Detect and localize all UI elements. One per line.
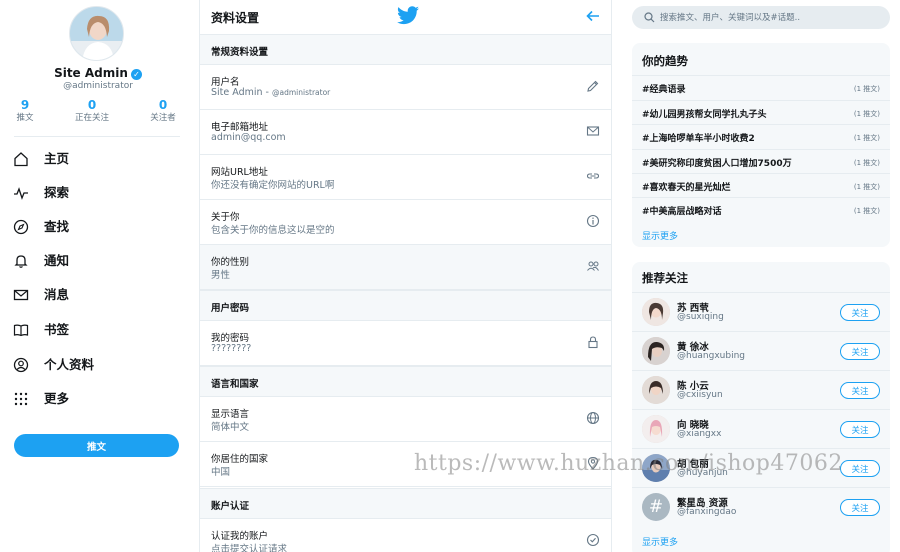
check-circle-icon: [586, 533, 600, 547]
avatar[interactable]: [642, 298, 670, 326]
tweet-button[interactable]: 推文: [14, 434, 179, 457]
setting-password[interactable]: 我的密码 ????????: [200, 321, 611, 366]
hashtag-avatar-icon[interactable]: #: [642, 493, 670, 521]
page-title: 资料设置: [211, 11, 260, 25]
setting-website[interactable]: 网站URL地址 你还没有确定你网站的URL啊: [200, 155, 611, 200]
nav-profile[interactable]: 个人资料: [0, 350, 196, 380]
trends-show-more[interactable]: 显示更多: [642, 229, 678, 242]
avatar[interactable]: [642, 376, 670, 404]
compass-icon: [13, 219, 29, 235]
follow-item[interactable]: 黄 徐冰 @huangxubing 关注: [632, 331, 890, 370]
follow-show-more[interactable]: 显示更多: [642, 535, 678, 548]
nav-bookmarks[interactable]: 书签: [0, 315, 196, 345]
back-arrow-icon[interactable]: [585, 8, 601, 24]
follow-item[interactable]: 苏 西茕 @suxiqing 关注: [632, 292, 890, 331]
lock-icon: [588, 336, 598, 349]
section-verification: 账户认证: [200, 488, 611, 519]
right-sidebar: 你的趋势 #经典语录(1 推文) #幼儿园男孩帮女同学扎丸子头(1 推文) #上…: [632, 0, 890, 552]
bell-icon: [14, 255, 28, 268]
section-language: 语言和国家: [200, 366, 611, 397]
follow-button[interactable]: 关注: [840, 304, 880, 321]
section-general: 常规资料设置: [200, 34, 611, 65]
profile-avatar[interactable]: [69, 6, 124, 61]
settings-header: 资料设置: [200, 0, 611, 34]
avatar[interactable]: [642, 454, 670, 482]
link-icon: [586, 173, 600, 179]
follow-button[interactable]: 关注: [840, 460, 880, 477]
twitter-bird-icon: [397, 6, 419, 25]
nav-explore[interactable]: 探索: [0, 178, 196, 208]
envelope-icon: [586, 126, 600, 136]
stat-followers[interactable]: 0 关注者: [133, 98, 193, 124]
follow-button[interactable]: 关注: [840, 382, 880, 399]
trend-item[interactable]: #美研究称印度贫困人口增加7500万 (1 推文): [632, 149, 890, 174]
location-icon: [587, 456, 599, 470]
explore-icon: [14, 187, 28, 200]
nav-notifications[interactable]: 通知: [0, 246, 196, 276]
trend-item[interactable]: #幼儿园男孩帮女同学扎丸子头 (1 推文): [632, 100, 890, 125]
nav-messages[interactable]: 消息: [0, 280, 196, 310]
profile-handle: @administrator: [63, 81, 133, 91]
follow-button[interactable]: 关注: [840, 421, 880, 438]
trend-item[interactable]: #上海哈啰单车半小时收费2 (1 推文): [632, 124, 890, 149]
pencil-icon: [587, 80, 599, 92]
home-icon: [14, 152, 28, 167]
nav-more[interactable]: 更多: [0, 384, 196, 414]
book-icon: [13, 324, 29, 337]
more-grid-icon: [14, 392, 28, 406]
follow-card: 推荐关注 苏 西茕 @suxiqing 关注 黄 徐冰 @huangxubing…: [632, 262, 890, 552]
globe-icon: [586, 411, 600, 425]
setting-about[interactable]: 关于你 包含关于你的信息这以是空的: [200, 200, 611, 245]
stat-following[interactable]: 0 正在关注: [62, 98, 122, 124]
setting-country[interactable]: 你居住的国家 中国: [200, 442, 611, 487]
setting-username[interactable]: 用户名 Site Admin - @administrator: [200, 65, 611, 110]
trends-card: 你的趋势 #经典语录 (1 推文) #幼儿园男孩帮女同学扎丸子头 (1 推文) #上…: [632, 43, 890, 247]
nav-home[interactable]: 主页: [0, 144, 196, 174]
follow-item[interactable]: # 繁星岛 资源 @fanxingdao 关注: [632, 487, 890, 526]
follow-item[interactable]: 向 晓晓 @xiangxx 关注: [632, 409, 890, 448]
setting-email[interactable]: 电子邮箱地址 admin@qq.com: [200, 110, 611, 155]
trends-title: 你的趋势: [642, 54, 688, 68]
settings-panel: 资料设置 常规资料设置 用户名 Site Admin - @administra…: [199, 0, 612, 552]
verified-icon: ✓: [130, 69, 142, 80]
setting-verify-account[interactable]: 认证我的账户 点击提交认证请求: [200, 519, 611, 552]
follow-item[interactable]: 胡 包丽 @huyanjun 关注: [632, 448, 890, 487]
people-icon: [587, 261, 599, 271]
follow-item[interactable]: 陈 小云 @cxiisyun 关注: [632, 370, 890, 409]
nav-find[interactable]: 查找: [0, 212, 196, 242]
stat-tweets[interactable]: 9 推文: [0, 98, 55, 124]
info-icon: [586, 214, 600, 228]
setting-language[interactable]: 显示语言 简体中文: [200, 397, 611, 442]
follow-title: 推荐关注: [642, 271, 688, 285]
setting-gender[interactable]: 你的性别 男性: [200, 245, 611, 290]
search-icon: [644, 12, 655, 23]
search-input[interactable]: [632, 6, 890, 29]
avatar[interactable]: [642, 337, 670, 365]
trend-item[interactable]: #经典语录 (1 推文): [632, 75, 890, 100]
follow-button[interactable]: 关注: [840, 499, 880, 516]
avatar[interactable]: [642, 415, 670, 443]
mail-icon: [13, 289, 29, 301]
section-password: 用户密码: [200, 290, 611, 321]
left-sidebar: Site Admin ✓ @administrator 9 推文 0 正在关注 0…: [0, 0, 196, 552]
divider: [14, 136, 180, 137]
user-icon: [13, 357, 29, 373]
profile-name: Site Admin ✓: [0, 66, 196, 80]
trend-item[interactable]: #中美高层战略对话 (1 推文): [632, 197, 890, 222]
trend-item[interactable]: #喜欢春天的星光灿烂 (1 推文): [632, 173, 890, 198]
follow-button[interactable]: 关注: [840, 343, 880, 360]
